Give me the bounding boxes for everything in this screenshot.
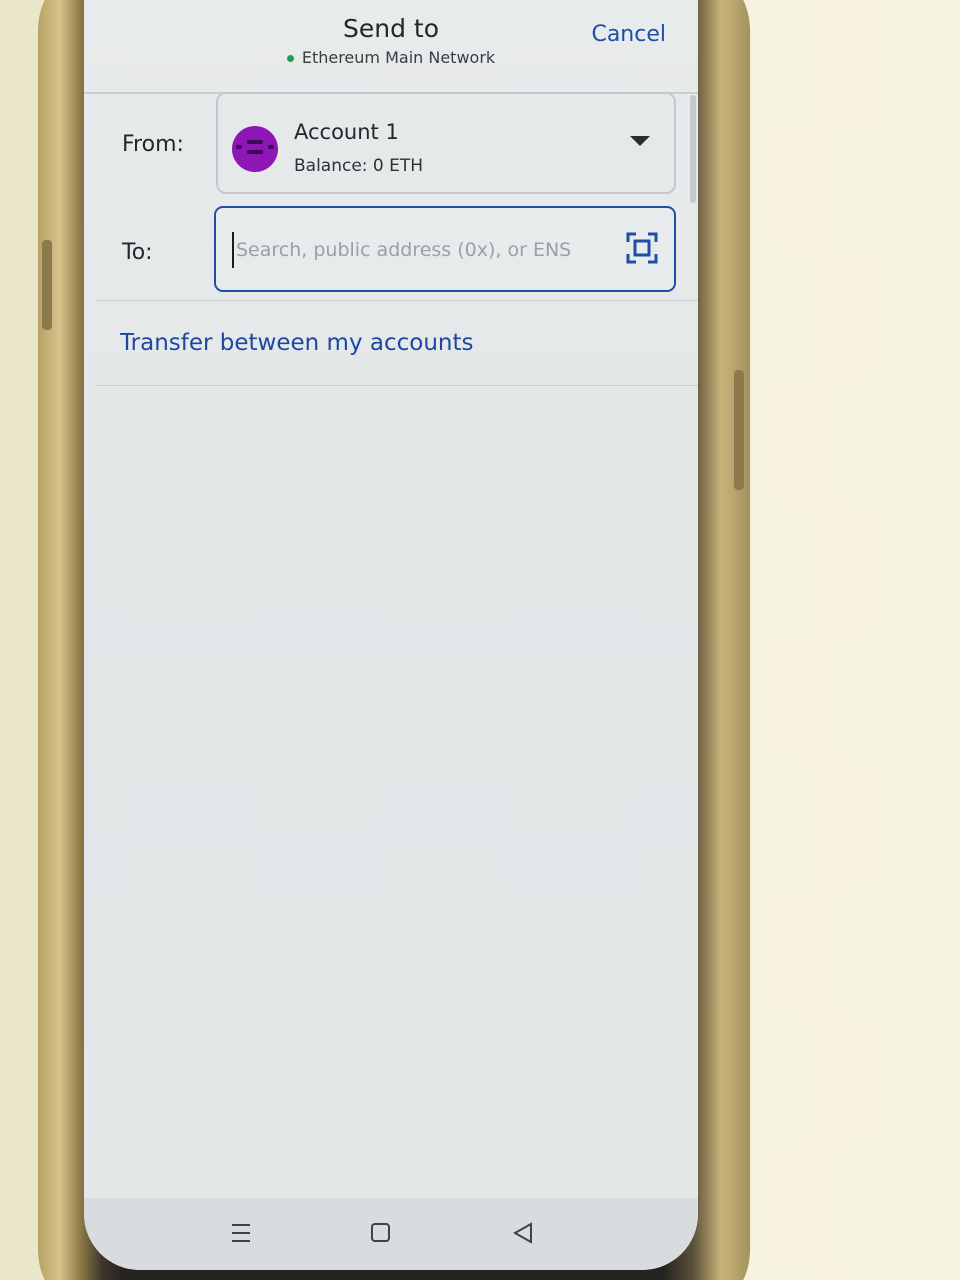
qr-scan-icon[interactable] [626,232,658,264]
back-icon[interactable] [512,1220,534,1246]
caret-down-icon[interactable] [630,136,650,146]
to-label: To: [122,240,153,265]
account-selector[interactable]: Account 1 Balance: 0 ETH [216,92,676,194]
avatar-pattern [247,140,263,144]
account-balance: Balance: 0 ETH [294,156,424,176]
avatar-pattern [247,150,263,154]
status-dot-icon [286,55,294,62]
android-nav-bar [84,1198,698,1270]
divider [96,385,698,386]
transfer-between-accounts-link[interactable]: Transfer between my accounts [120,330,474,356]
scrollbar[interactable] [690,95,696,203]
header: Send to Ethereum Main Network Cancel [84,0,698,94]
recipient-field[interactable] [214,206,676,292]
avatar-pattern [236,145,242,149]
phone-side-button [42,240,52,330]
recipient-input[interactable] [232,232,618,268]
phone-side-button [734,370,744,490]
from-label: From: [122,132,184,157]
home-icon[interactable] [370,1220,392,1246]
network-indicator: Ethereum Main Network [84,48,698,67]
network-name: Ethereum Main Network [301,48,496,67]
send-screen: Send to Ethereum Main Network Cancel Fro… [84,0,698,1198]
recent-apps-icon[interactable] [230,1220,252,1246]
avatar-pattern [268,145,274,149]
cancel-button[interactable]: Cancel [591,22,666,47]
identicon-avatar [232,126,278,172]
divider [96,300,698,301]
phone-screen: Send to Ethereum Main Network Cancel Fro… [84,0,698,1270]
account-name: Account 1 [294,120,399,144]
